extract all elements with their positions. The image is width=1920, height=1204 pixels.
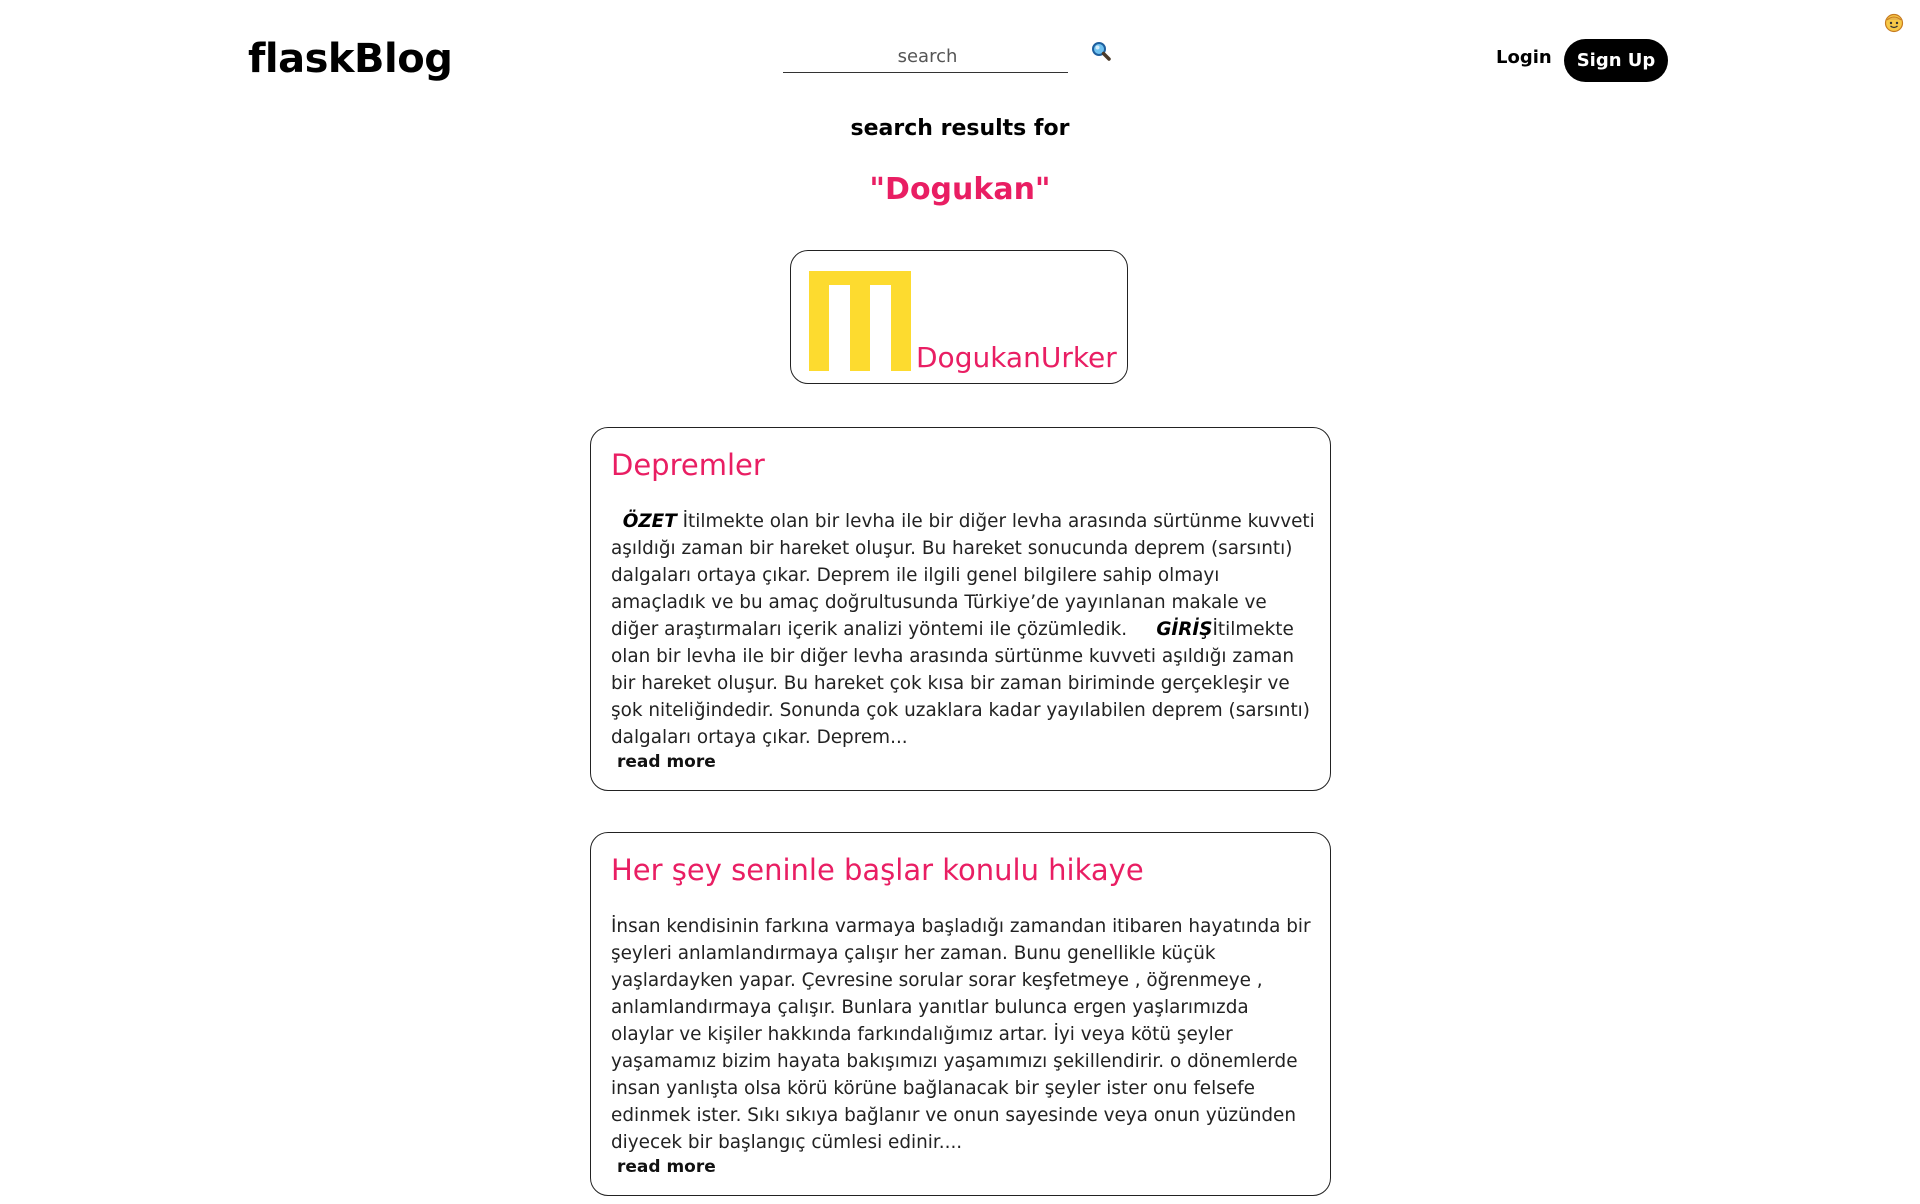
search-input[interactable] (783, 38, 1072, 74)
search-results-heading: search results for (850, 116, 1070, 141)
post-excerpt: İnsan kendisinin farkına varmaya başladı… (611, 913, 1316, 1156)
login-link[interactable]: Login (1496, 47, 1552, 68)
post-card: Her şey seninle başlar konulu hikaye İns… (590, 832, 1331, 1196)
read-more-link[interactable]: read more (617, 1157, 716, 1177)
magnifier-icon (1092, 42, 1111, 61)
post-excerpt-text: İnsan kendisinin farkına varmaya başladı… (611, 916, 1311, 1153)
search-bar (783, 38, 1072, 74)
yellow-logo-icon (809, 271, 911, 371)
post-title[interactable]: Depremler (611, 448, 765, 482)
post-excerpt-heading: ÖZET (622, 511, 677, 532)
brand-logo[interactable]: flaskBlog (248, 36, 453, 82)
extension-button[interactable] (1884, 13, 1904, 33)
search-button[interactable] (1090, 40, 1112, 62)
user-name[interactable]: DogukanUrker (916, 341, 1117, 374)
read-more-link[interactable]: read more (617, 752, 716, 772)
post-excerpt-text (611, 511, 623, 532)
user-result-card[interactable]: DogukanUrker (790, 250, 1128, 384)
post-title[interactable]: Her şey seninle başlar konulu hikaye (611, 853, 1144, 887)
post-excerpt-heading: GİRİŞ (1156, 619, 1213, 640)
smiley-extension-icon (1884, 13, 1904, 33)
search-query-text: "Dogukan" (869, 172, 1051, 207)
post-card: Depremler ÖZET İtilmekte olan bir levha … (590, 427, 1331, 791)
post-excerpt: ÖZET İtilmekte olan bir levha ile bir di… (611, 508, 1316, 751)
signup-button[interactable]: Sign Up (1564, 39, 1668, 82)
